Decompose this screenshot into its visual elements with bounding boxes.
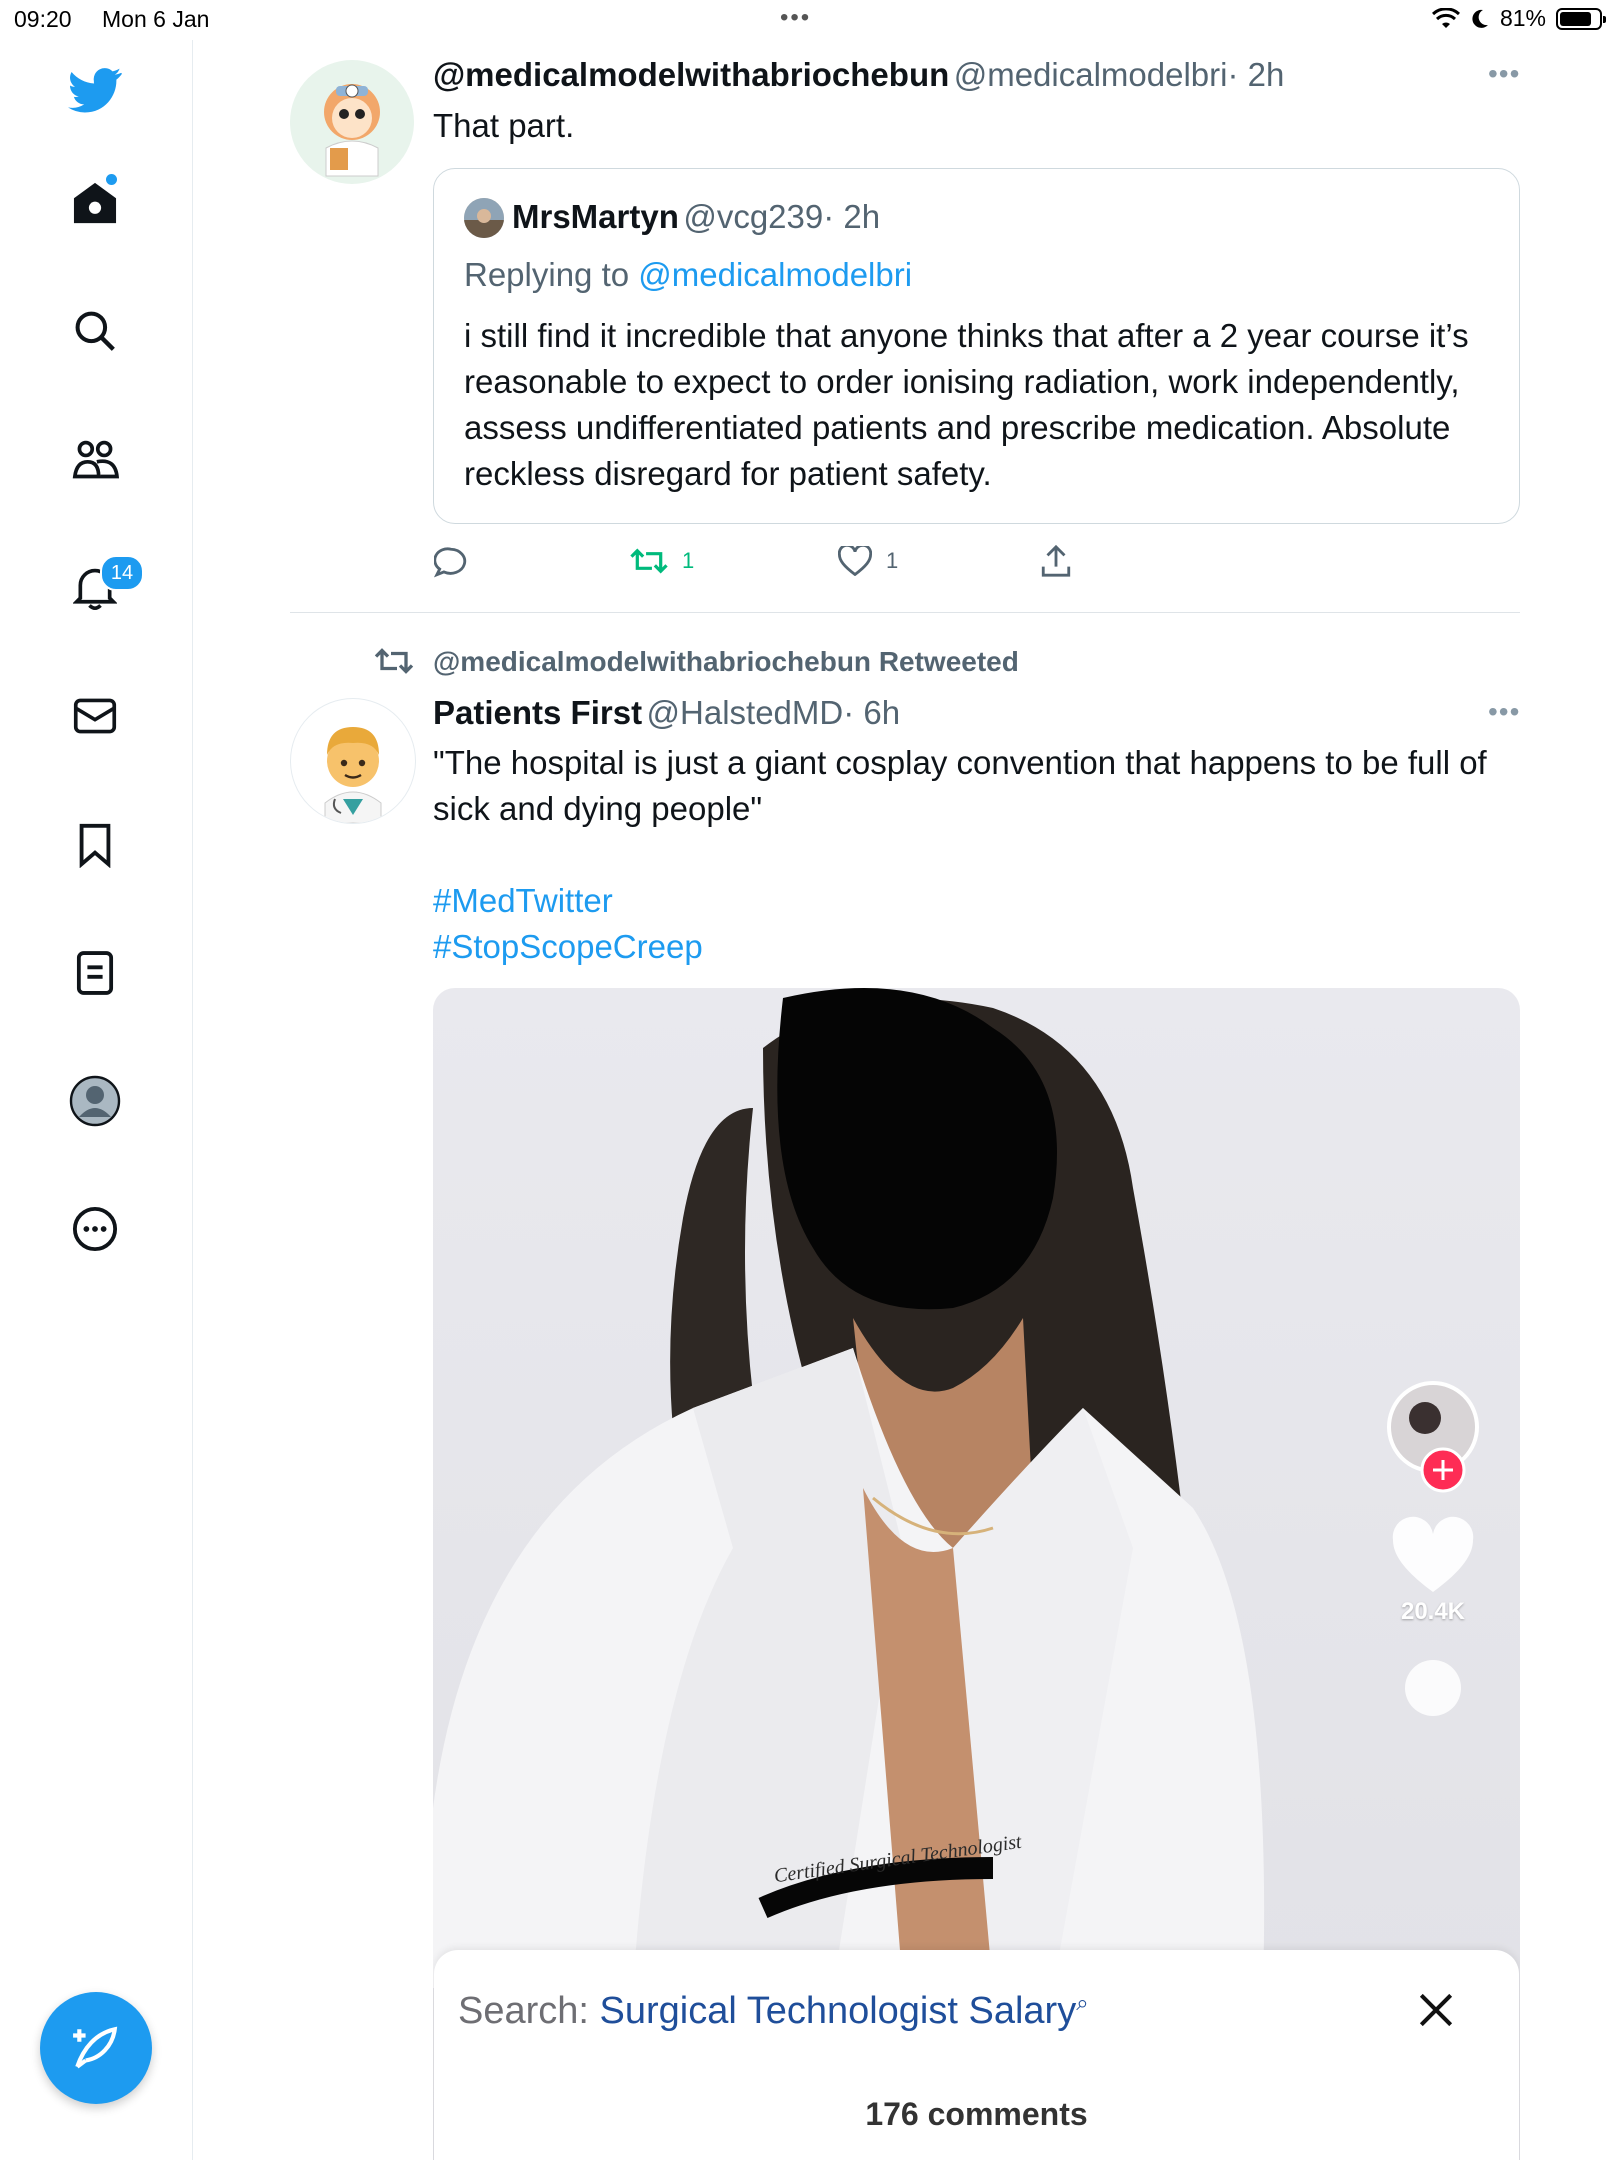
- tweet-header: @medicalmodelwithabriochebun @medicalmod…: [433, 56, 1284, 94]
- reply-icon: [434, 547, 467, 578]
- quoted-author-handle: @vcg239: [683, 198, 824, 235]
- quoted-tweet-time: · 2h: [823, 198, 881, 235]
- compose-tweet-button[interactable]: [40, 1992, 152, 2104]
- tweet-header: Patients First @HalstedMD· 6h: [433, 694, 900, 732]
- communities-icon: [72, 440, 119, 479]
- media-search-label: Search:: [458, 1990, 589, 2032]
- wifi-icon: [1431, 7, 1460, 28]
- home-icon: [73, 182, 117, 224]
- sidebar-item-home[interactable]: [60, 168, 130, 238]
- retweet-button[interactable]: 1: [630, 546, 694, 576]
- replying-to-label: Replying to: [464, 256, 630, 293]
- author-avatar[interactable]: [290, 698, 416, 824]
- battery-percent: 81%: [1499, 5, 1546, 31]
- moon-icon: [1472, 9, 1488, 28]
- home-unread-dot: [106, 174, 117, 185]
- retweet-icon: [630, 548, 668, 574]
- tweet-media-image[interactable]: Certified Surgical Technologist 20.4K Se…: [433, 988, 1520, 2160]
- media-like-count: 20.4K: [1400, 1598, 1466, 1625]
- notifications-badge: 14: [100, 555, 144, 591]
- hashtag-link[interactable]: #MedTwitter: [433, 878, 613, 924]
- profile-icon: [69, 1075, 121, 1127]
- tweet-text: "The hospital is just a giant cosplay co…: [433, 744, 1487, 827]
- tweet-divider: [290, 612, 1520, 613]
- like-count: 1: [886, 548, 899, 573]
- sidebar-item-lists[interactable]: [60, 938, 130, 1008]
- sidebar-item-profile[interactable]: [60, 1066, 130, 1136]
- status-time: 09:20: [14, 6, 72, 32]
- status-bar: 09:20 Mon 6 Jan ••• 81%: [0, 0, 1620, 40]
- lists-icon: [76, 951, 114, 995]
- author-avatar[interactable]: [290, 60, 414, 184]
- like-button[interactable]: 1: [838, 546, 898, 576]
- tweet-time[interactable]: · 6h: [843, 694, 900, 731]
- sidebar-item-messages[interactable]: [60, 681, 130, 751]
- media-search-icon: ⌕: [1076, 1990, 1089, 2015]
- media-comments-count: 176 comments: [865, 2096, 1088, 2132]
- bookmarks-icon: [79, 823, 111, 868]
- quoted-tweet-text: i still find it incredible that anyone t…: [464, 317, 1469, 492]
- status-indicators: 81%: [1431, 5, 1606, 32]
- sidebar-item-search[interactable]: [60, 296, 130, 366]
- sidebar-item-bookmarks[interactable]: [60, 810, 130, 880]
- battery-fill: [1560, 11, 1591, 26]
- twitter-logo-icon[interactable]: [60, 55, 130, 125]
- media-search-line: Search: Surgical Technologist Salary⌕: [458, 1990, 1089, 2033]
- media-search-query: Surgical Technologist Salary: [599, 1990, 1077, 2032]
- tweet-more-icon[interactable]: •••: [1488, 696, 1520, 728]
- multitasking-dots-icon[interactable]: •••: [780, 4, 811, 32]
- share-button[interactable]: [1040, 544, 1072, 578]
- quoted-author-avatar: [464, 198, 504, 238]
- quoted-tweet-header: MrsMartyn @vcg239· 2h: [512, 198, 880, 236]
- hashtag-link[interactable]: #StopScopeCreep: [433, 924, 703, 970]
- status-date: Mon 6 Jan: [102, 6, 210, 32]
- replying-to-line: Replying to @medicalmodelbri: [464, 256, 912, 294]
- battery-icon: [1556, 7, 1606, 30]
- tweet-more-icon[interactable]: •••: [1488, 58, 1520, 90]
- messages-icon: [73, 698, 117, 734]
- tweet-time[interactable]: · 2h: [1227, 56, 1284, 93]
- compose-tweet-icon: [73, 2026, 118, 2069]
- heart-icon: [838, 546, 872, 576]
- retweeted-icon: [374, 646, 414, 681]
- share-icon: [1041, 544, 1071, 577]
- sidebar-item-communities[interactable]: [60, 425, 130, 495]
- tweet-text: That part.: [433, 107, 575, 144]
- search-icon: [75, 311, 115, 351]
- media-search-panel: Search: Surgical Technologist Salary⌕ 17…: [434, 1950, 1519, 2160]
- author-name[interactable]: Patients First: [433, 694, 642, 731]
- replying-to-link[interactable]: @medicalmodelbri: [638, 256, 912, 293]
- more-icon: [72, 1206, 118, 1252]
- retweeted-by-label[interactable]: @medicalmodelwithabriochebun Retweeted: [433, 646, 1019, 678]
- author-name[interactable]: @medicalmodelwithabriochebun: [433, 56, 949, 93]
- reply-button[interactable]: [434, 546, 468, 578]
- sidebar-item-more[interactable]: [60, 1194, 130, 1264]
- retweet-count: 1: [682, 548, 695, 573]
- media-close-icon: [1414, 1988, 1458, 2037]
- quoted-author-name: MrsMartyn: [512, 198, 679, 235]
- author-handle[interactable]: @HalstedMD: [647, 694, 844, 731]
- author-handle[interactable]: @medicalmodelbri: [954, 56, 1228, 93]
